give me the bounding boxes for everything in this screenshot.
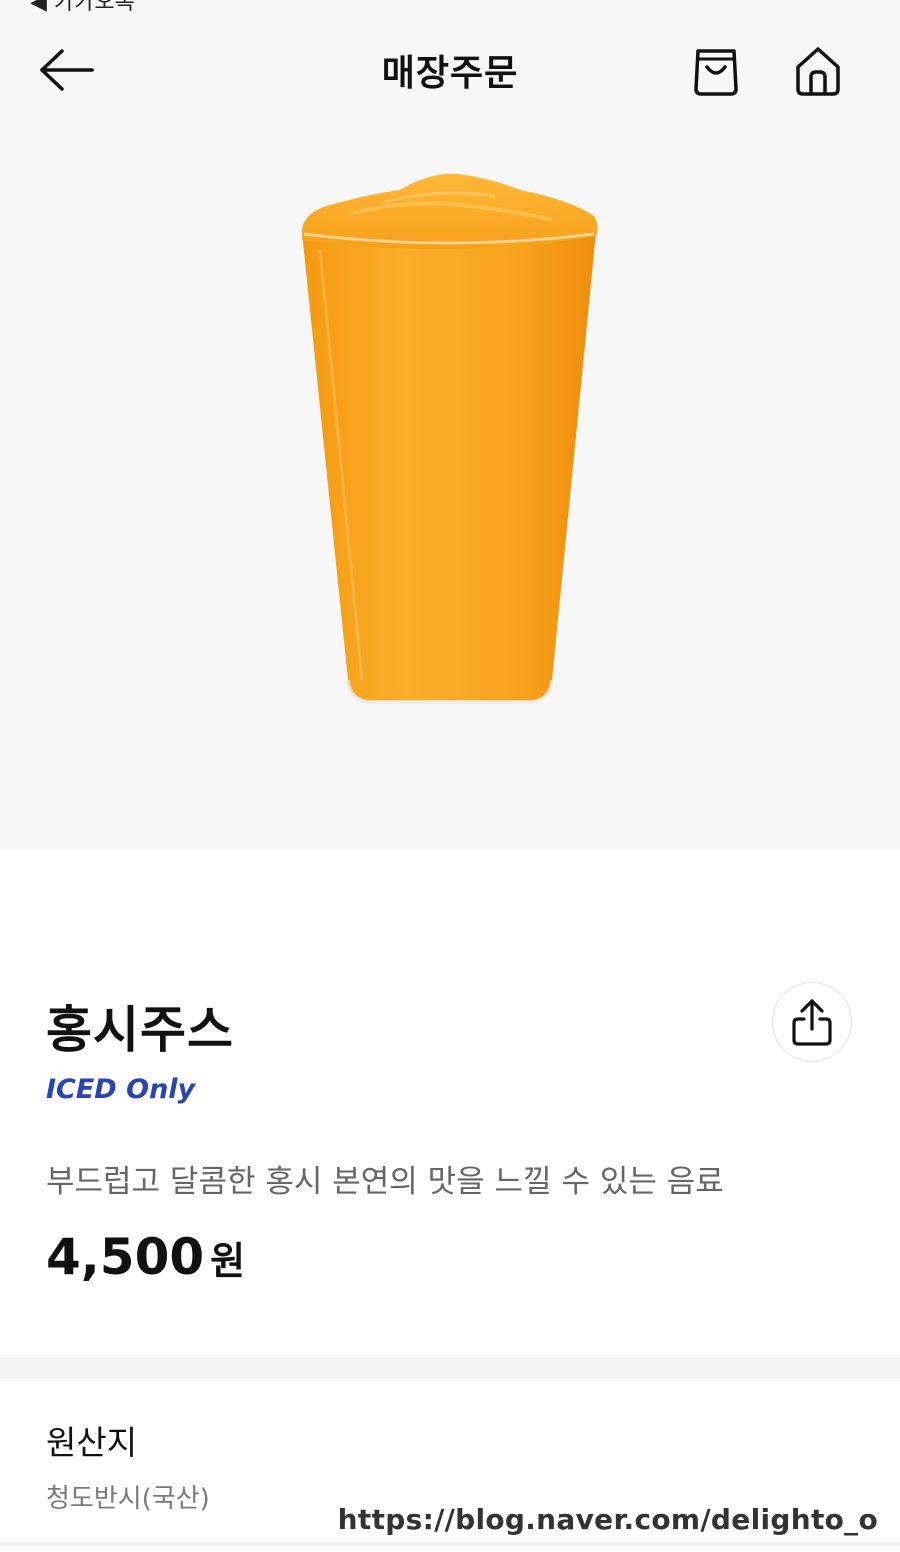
price-unit: 원 [210, 1239, 246, 1283]
product-description: 부드럽고 달콤한 홍시 본연의 맛을 느낄 수 있는 음료 [46, 1164, 724, 1200]
product-name-row: 홍시주스 [46, 990, 234, 1062]
home-button[interactable] [790, 40, 846, 100]
top-bar: 매장주문 [0, 0, 900, 140]
cart-button[interactable] [688, 40, 744, 100]
juice-glass-image [302, 173, 598, 704]
product-name: 홍시주스 [46, 1001, 234, 1059]
product-price: 4,500 원 [46, 1228, 245, 1286]
blog-watermark: https://blog.naver.com/delighto_o [337, 1503, 878, 1536]
price-amount: 4,500 [46, 1228, 205, 1286]
temperature-badge: ICED Only [46, 1074, 196, 1105]
shopping-bag-icon [694, 49, 738, 96]
origin-title: 원산지 [46, 1423, 138, 1462]
home-icon [796, 47, 840, 96]
product-image [290, 160, 610, 720]
bottom-divider [0, 1543, 900, 1545]
origin-value: 청도반시(국산) [46, 1484, 210, 1514]
share-icon [792, 999, 832, 1046]
page-title: 매장주문 [381, 53, 519, 94]
section-divider [0, 1358, 900, 1378]
share-button[interactable] [772, 982, 852, 1062]
